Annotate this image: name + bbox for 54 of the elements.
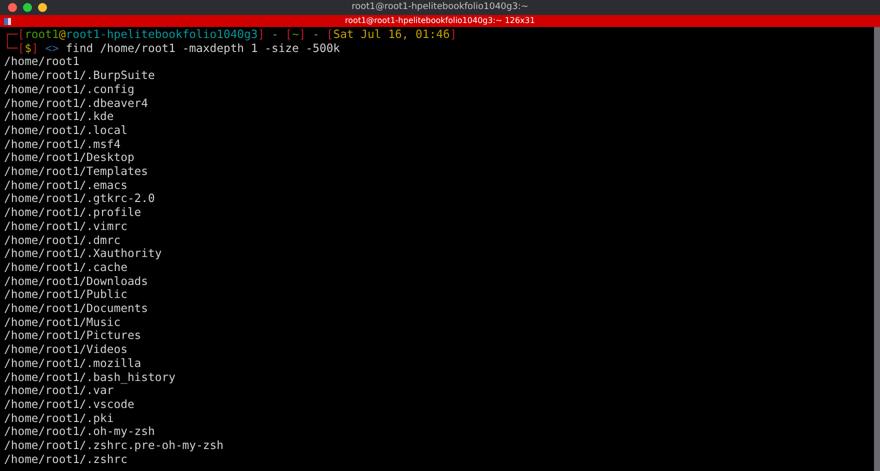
- output-line: /home/root1/Templates: [4, 165, 150, 179]
- output-line: /home/root1/.mozilla: [4, 356, 142, 371]
- prompt-text: Sat Jul 16, 01:46: [333, 27, 450, 41]
- output-line: /home/root1/.oh-my-zsh: [4, 425, 156, 440]
- window-title: root1@root1-hpelitebookfolio1040g3:~: [352, 1, 528, 14]
- output-line: /home/root1/.kde: [4, 110, 115, 124]
- output-line: /home/root1/Desktop: [4, 151, 136, 166]
- output-line: /home/root1/.vimrc: [4, 220, 128, 234]
- prompt-text: root1: [24, 27, 59, 41]
- command-text: <>: [44, 40, 59, 55]
- command-text: find /home/root1 -maxdepth 1 -size -500k: [64, 40, 340, 55]
- output-line: /home/root1/.dbeaver4: [4, 96, 150, 110]
- command-text: $: [24, 40, 32, 55]
- output-line: /home/root1/Documents: [4, 302, 150, 316]
- prompt-text: ]: [298, 27, 306, 41]
- output-line: /home/root1/.local: [4, 124, 128, 138]
- prompt-text: [: [285, 27, 292, 41]
- tab-title[interactable]: root1@root1-hpelitebookfolio1040g3:~ 126x31: [345, 15, 535, 27]
- close-window-icon[interactable]: [8, 3, 17, 12]
- prompt-text: -: [270, 27, 280, 41]
- output-line: /home/root1/.msf4: [4, 138, 122, 152]
- output-line: /home/root1/Downloads: [4, 274, 150, 288]
- prompt-text: ]: [258, 27, 265, 41]
- output-line: /home/root1/.emacs: [4, 178, 128, 192]
- output-line: /home/root1/Music: [4, 316, 122, 330]
- prompt-text: ~: [292, 27, 299, 41]
- command-text: ]: [31, 40, 38, 55]
- output-line: /home/root1/Pictures: [4, 329, 142, 344]
- output-line: /home/root1/Public: [4, 288, 128, 302]
- maximize-window-icon[interactable]: [38, 3, 47, 12]
- output-line: /home/root1/.zshrc.pre-oh-my-zsh: [4, 439, 224, 453]
- prompt-text: root1-hpelitebookfolio1040g3: [66, 27, 258, 41]
- prompt-text: @: [58, 27, 66, 41]
- output-line: /home/root1/.dmrc: [4, 234, 122, 248]
- output-line: /home/root1/.gtkrc-2.0: [4, 192, 156, 206]
- prompt-text: [: [326, 27, 334, 41]
- output-line: /home/root1/.config: [4, 82, 136, 97]
- output-line: /home/root1/.profile: [4, 206, 142, 220]
- output-line: /home/root1/Videos: [4, 343, 128, 357]
- prompt-text: ]: [450, 27, 457, 41]
- output-line: /home/root1/.vscode: [4, 398, 136, 412]
- output-line: /home/root1: [4, 55, 80, 70]
- output-line: /home/root1/.zshrc: [4, 452, 128, 466]
- output-line: /home/root1/.cache: [4, 260, 128, 275]
- scrollbar[interactable]: [874, 27, 880, 471]
- prompt-text: ┌─[: [4, 27, 25, 41]
- minimize-window-icon[interactable]: [23, 3, 32, 12]
- prompt-text: -: [312, 27, 320, 41]
- output-line: /home/root1/.Xauthority: [4, 247, 163, 261]
- output-line: /home/root1/.BurpSuite: [4, 69, 156, 83]
- output-line: /home/root1/.pki: [4, 412, 115, 426]
- output-line: /home/root1/.var: [4, 384, 114, 398]
- output-line: /home/root1/.bash_history: [4, 370, 176, 384]
- command-text: └─[: [4, 40, 25, 55]
